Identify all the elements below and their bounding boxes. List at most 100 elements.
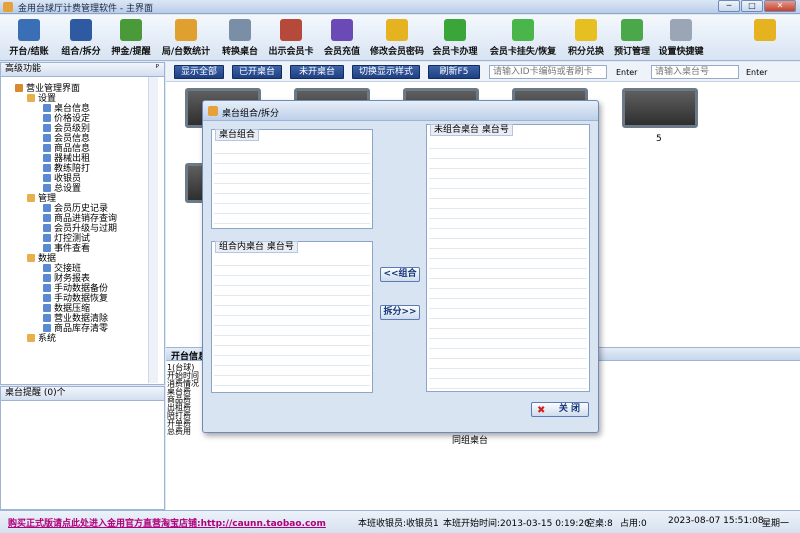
shop-link[interactable]: 购买正式版请点此处进入金用官方直营淘宝店铺:http://caunn.taoba… bbox=[8, 516, 326, 529]
toolbar-button-9[interactable]: 会员卡挂失/恢复 bbox=[484, 17, 562, 59]
toolbar-button-11[interactable]: 预订管理 bbox=[612, 17, 652, 59]
tree-item[interactable]: 商品进销存查询 bbox=[43, 214, 117, 224]
tree-item[interactable]: 会员历史记录 bbox=[43, 204, 108, 214]
combine-group-list[interactable] bbox=[214, 144, 370, 226]
toolbar-label: 会员充值 bbox=[323, 47, 360, 57]
pin-icon[interactable]: ᴾ bbox=[156, 63, 159, 76]
tree-item[interactable]: 交接班 bbox=[43, 264, 81, 274]
tree-item[interactable]: 桌台信息 bbox=[43, 104, 90, 114]
table-enter-hint: Enter bbox=[746, 68, 768, 77]
toolbar-label: 开台/结账 bbox=[9, 47, 49, 57]
toolbar-button-13[interactable] bbox=[752, 17, 778, 59]
item-icon bbox=[43, 234, 51, 242]
app-icon bbox=[3, 2, 13, 12]
refresh-button[interactable]: 刷新F5 bbox=[428, 65, 480, 79]
home-icon bbox=[15, 84, 23, 92]
switch-style-button[interactable]: 切换显示样式 bbox=[352, 65, 420, 79]
toolbar-button-10[interactable]: 积分兑换 bbox=[565, 17, 607, 59]
tree-item[interactable]: 商品信息 bbox=[43, 144, 90, 154]
keyboard-icon bbox=[670, 19, 692, 41]
occupied-tables-status: 占用:0 bbox=[620, 519, 647, 529]
window-title: 金用台球厅计费管理软件 - 主界面 bbox=[18, 4, 153, 14]
combined-tables-list[interactable] bbox=[214, 256, 370, 390]
folder-icon bbox=[27, 254, 35, 262]
tree-item[interactable]: 器械出租 bbox=[43, 154, 90, 164]
tree-label: 财务报表 bbox=[54, 274, 91, 284]
opened-tables-button[interactable]: 已开桌台 bbox=[232, 65, 282, 79]
close-dialog-label: 关 闭 bbox=[558, 404, 580, 414]
pool-table[interactable] bbox=[622, 88, 698, 128]
tree-item[interactable]: 事件查看 bbox=[43, 244, 90, 254]
item-icon bbox=[43, 304, 51, 312]
reminder-title: 桌台提醒 bbox=[5, 388, 42, 398]
tree-item[interactable]: 总设置 bbox=[43, 184, 81, 194]
toolbar-label: 设置快捷键 bbox=[658, 47, 704, 57]
card-input[interactable]: 请输入ID卡编码或者刷卡 bbox=[489, 65, 607, 79]
tree-item[interactable]: 会员级别 bbox=[43, 124, 90, 134]
uncombined-tables-list[interactable] bbox=[429, 139, 587, 389]
tree-item[interactable]: 手动数据备份 bbox=[43, 284, 108, 294]
toolbar-label: 会员卡挂失/恢复 bbox=[489, 47, 557, 57]
folder-icon bbox=[27, 94, 35, 102]
table-number-input[interactable]: 请输入桌台号 bbox=[651, 65, 739, 79]
show-all-button[interactable]: 显示全部 bbox=[174, 65, 224, 79]
person-card-icon bbox=[280, 19, 302, 41]
tree-scrollbar[interactable] bbox=[148, 77, 158, 383]
tree-item[interactable]: 商品库存清零 bbox=[43, 324, 108, 334]
tree-item[interactable]: 教练陪打 bbox=[43, 164, 90, 174]
tree-label: 教练陪打 bbox=[54, 164, 91, 174]
item-icon bbox=[43, 164, 51, 172]
toolbar-label: 组合/拆分 bbox=[61, 47, 101, 57]
tree-item[interactable]: 灯控测试 bbox=[43, 234, 90, 244]
tree-item[interactable]: 财务报表 bbox=[43, 274, 90, 284]
toolbar-button-8[interactable]: 会员卡办理 bbox=[430, 17, 480, 59]
shift-start-status: 本班开始时间:2013-03-15 0:19:20 bbox=[443, 519, 590, 529]
tree-group[interactable]: 管理 bbox=[27, 194, 56, 204]
close-dialog-button[interactable]: ✖ 关 闭 bbox=[531, 402, 589, 417]
tree-group[interactable]: 设置 bbox=[27, 94, 56, 104]
uncombined-tables-label: 未组合桌台 桌台号 bbox=[430, 124, 513, 136]
tree-root[interactable]: 营业管理界面 bbox=[15, 84, 80, 94]
tree-item[interactable]: 数据压缩 bbox=[43, 304, 90, 314]
close-button[interactable]: ✕ bbox=[764, 0, 796, 12]
tree-label: 商品库存清零 bbox=[54, 324, 109, 334]
reminder-header: 桌台提醒 (0)个 bbox=[1, 387, 164, 401]
table-number: 5 bbox=[656, 134, 662, 144]
item-icon bbox=[43, 144, 51, 152]
item-icon bbox=[43, 204, 51, 212]
tree-label: 系统 bbox=[38, 334, 57, 344]
maximize-button[interactable]: □ bbox=[741, 0, 763, 12]
toolbar-button-3[interactable]: 局/台数统计 bbox=[158, 17, 214, 59]
toolbar-button-5[interactable]: 出示会员卡 bbox=[266, 17, 316, 59]
tree-item[interactable]: 会员信息 bbox=[43, 134, 90, 144]
minimize-button[interactable]: ─ bbox=[718, 0, 740, 12]
toolbar-button-6[interactable]: 会员充值 bbox=[320, 17, 364, 59]
tree-item[interactable]: 营业数据清除 bbox=[43, 314, 108, 324]
tree-item[interactable]: 会员升级与过期 bbox=[43, 224, 117, 234]
plus-icon bbox=[444, 19, 466, 41]
toolbar-button-2[interactable]: 押金/提醒 bbox=[108, 17, 154, 59]
tree-item[interactable]: 手动数据恢复 bbox=[43, 294, 108, 304]
toolbar-button-7[interactable]: 修改会员密码 bbox=[368, 17, 426, 59]
tree-group[interactable]: 系统 bbox=[27, 334, 56, 344]
toolbar-label: 会员卡办理 bbox=[432, 47, 478, 57]
toolbar-button-4[interactable]: 转换桌台 bbox=[218, 17, 262, 59]
star-icon bbox=[575, 19, 597, 41]
status-bar: 购买正式版请点此处进入金用官方直营淘宝店铺:http://caunn.taoba… bbox=[0, 510, 800, 533]
combine-button[interactable]: <<组合 bbox=[380, 267, 420, 282]
toolbar-label: 押金/提醒 bbox=[111, 47, 151, 57]
tree-group[interactable]: 数据 bbox=[27, 254, 56, 264]
clock-icon bbox=[621, 19, 643, 41]
toolbar-button-12[interactable]: 设置快捷键 bbox=[656, 17, 706, 59]
item-icon bbox=[43, 284, 51, 292]
not-opened-tables-button[interactable]: 未开桌台 bbox=[290, 65, 344, 79]
lock-icon bbox=[754, 19, 776, 41]
tree-item[interactable]: 收银员 bbox=[43, 174, 81, 184]
tree-label: 灯控测试 bbox=[54, 234, 91, 244]
toolbar-button-0[interactable]: 开台/结账 bbox=[6, 17, 52, 59]
split-button[interactable]: 拆分>> bbox=[380, 305, 420, 320]
toolbar-button-1[interactable]: 组合/拆分 bbox=[58, 17, 104, 59]
item-icon bbox=[43, 274, 51, 282]
tree-item[interactable]: 价格设定 bbox=[43, 114, 90, 124]
weekday-status: 星期一 bbox=[762, 519, 790, 529]
